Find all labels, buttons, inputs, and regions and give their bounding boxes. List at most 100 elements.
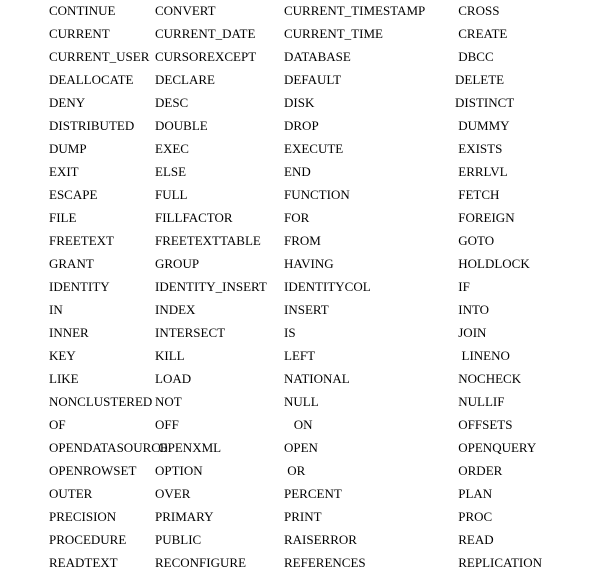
keyword-cell: OPENQUERY [455,437,591,460]
keyword-cell: CONVERT [155,0,284,23]
keyword-cell: PRIMARY [155,506,284,529]
keyword-cell: ORDER [455,460,591,483]
keyword-cell: IDENTITY [0,276,155,299]
keyword-text: RECONFIGURE [155,555,246,569]
table-row: DISTRIBUTEDDOUBLEDROP DUMMY [0,115,591,138]
keyword-text: CURRENT [49,26,110,41]
keyword-text: EXEC [155,141,189,156]
keyword-cell: FETCH [455,184,591,207]
keyword-cell: DATABASE [284,46,455,69]
keyword-text: CREATE [455,26,507,41]
keyword-text: JOIN [455,325,486,340]
keyword-cell: DISK [284,92,455,115]
keyword-cell: LOAD [155,368,284,391]
keyword-cell: PRECISION [0,506,155,529]
keyword-text: DECLARE [155,72,215,87]
keyword-cell: ON [284,414,455,437]
keyword-cell: EXISTS [455,138,591,161]
keyword-cell: NULL [284,391,455,414]
keyword-text: IN [49,302,63,317]
keyword-text: OPENROWSET [49,463,136,478]
keyword-text: NULLIF [455,394,504,409]
keyword-text: IS [284,325,296,340]
keyword-cell: FROM [284,230,455,253]
table-row: FREETEXTFREETEXTTABLE FROM GOTO [0,230,591,253]
keyword-text: EXISTS [455,141,502,156]
keyword-text: DISTINCT [455,95,514,110]
keyword-cell: DELETE [455,69,591,92]
keyword-cell: LINENO [455,345,591,368]
keyword-text: OF [49,417,66,432]
keyword-text: INDEX [155,302,195,317]
keyword-cell: OPTION [155,460,284,483]
table-row: INNER INTERSECT IS JOIN [0,322,591,345]
keyword-cell: DENY [0,92,155,115]
keyword-text: PROCEDURE [49,532,126,547]
keyword-text: CONVERT [155,3,216,18]
keyword-cell: OVER [155,483,284,506]
keyword-cell: CURRENT_DATE [155,23,284,46]
keyword-cell: EXEC [155,138,284,161]
keyword-cell: KILL [155,345,284,368]
keyword-text: FULL [155,187,188,202]
keyword-text: ELSE [155,164,186,179]
keyword-text: OPENDATASOURCE [49,440,168,455]
table-row: PRECISIONPRIMARYPRINT PROC [0,506,591,529]
keyword-cell: IS [284,322,455,345]
keyword-text: FETCH [455,187,499,202]
keyword-text: LOAD [155,371,191,386]
keyword-text: FOREIGN [455,210,515,225]
table-row: EXITELSEEND ERRLVL [0,161,591,184]
keyword-text: END [284,164,311,179]
keyword-cell: OR [284,460,455,483]
keyword-text: DISTRIBUTED [49,118,134,133]
keyword-cell: DECLARE [155,69,284,92]
keyword-cell: GOTO [455,230,591,253]
keyword-cell: PLAN [455,483,591,506]
keyword-cell: HAVING [284,253,455,276]
keyword-cell: DEALLOCATE [0,69,155,92]
keyword-cell: RAISERROR [284,529,455,552]
keyword-cell: PROC [455,506,591,529]
keyword-text: OPENQUERY [455,440,536,455]
keyword-text: EXECUTE [284,141,343,156]
keyword-cell: FUNCTION [284,184,455,207]
table-row: OFOFF ON OFFSETS [0,414,591,437]
table-row: OUTEROVERPERCENT PLAN [0,483,591,506]
keyword-cell: OPENXML [155,437,284,460]
keyword-text: PERCENT [284,486,342,501]
keyword-text: DESC [155,95,188,110]
keyword-text: INTO [455,302,489,317]
keyword-text: IDENTITY_INSERT [155,279,267,294]
keyword-cell: DOUBLE [155,115,284,138]
keyword-cell: INTO [455,299,591,322]
keyword-cell: LEFT [284,345,455,368]
keyword-cell: FREETEXT [0,230,155,253]
keyword-text: LINENO [455,348,510,363]
keyword-text: FREETEXTTABLE [155,233,261,248]
keyword-text: DENY [49,95,85,110]
keyword-cell: DISTINCT [455,92,591,115]
keyword-text: INTERSECT [155,325,225,340]
keyword-cell: OPEN [284,437,455,460]
keyword-cell: END [284,161,455,184]
keyword-cell: DISTRIBUTED [0,115,155,138]
keyword-text: DEALLOCATE [49,72,134,87]
keyword-cell: REPLICATION [455,552,591,569]
keyword-cell: PERCENT [284,483,455,506]
keyword-text: INNER [49,325,89,340]
keyword-cell: FILE [0,207,155,230]
table-row: OPENROWSET OPTION OR ORDER [0,460,591,483]
keyword-cell: GRANT [0,253,155,276]
keyword-text: FOR [284,210,309,225]
keyword-cell: CURRENT_TIME [284,23,455,46]
keyword-cell: HOLDLOCK [455,253,591,276]
keyword-cell: KEY [0,345,155,368]
keyword-cell: INSERT [284,299,455,322]
keyword-text: PROC [455,509,492,524]
keyword-text: DOUBLE [155,118,208,133]
keyword-text: CURRENT_TIME [284,26,383,41]
keyword-cell: NULLIF [455,391,591,414]
keyword-cell: NONCLUSTERED [0,391,155,414]
keyword-text: OPENXML [155,440,221,455]
